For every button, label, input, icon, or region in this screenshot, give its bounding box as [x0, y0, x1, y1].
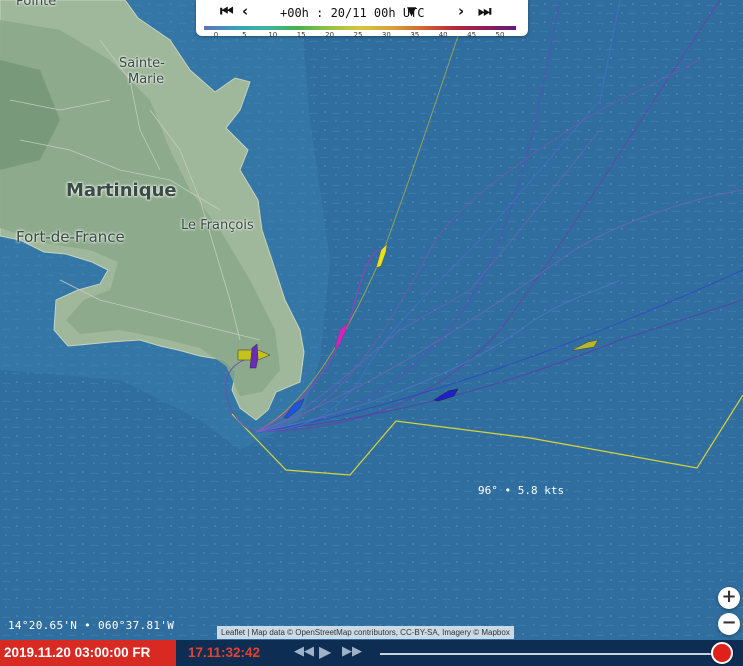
elapsed-time: 17.11:32:42 — [176, 640, 272, 666]
place-martinique: Martinique — [66, 180, 177, 201]
wind-scale-label: 40 — [438, 31, 448, 39]
place-fort-de-france: Fort-de-France — [16, 228, 125, 246]
wind-scale-label: 0 — [213, 31, 219, 39]
cursor-coordinates: 14°20.65'N • 060°37.81'W — [8, 619, 175, 632]
place-le-francois: Le François — [181, 218, 254, 233]
caret-down-icon[interactable]: ▼ — [407, 4, 416, 18]
rewind-icon[interactable]: ◀◀ — [294, 644, 314, 659]
wind-scale-bar — [204, 26, 516, 30]
skip-first-icon[interactable]: ⏮ — [220, 2, 234, 20]
zoom-out-button[interactable]: − — [718, 613, 740, 635]
playback-track[interactable] — [380, 653, 720, 655]
zoom-in-button[interactable]: + — [718, 587, 740, 609]
wind-scale-label: 30 — [381, 31, 391, 39]
wind-info-readout: 96° • 5.8 kts — [478, 484, 565, 497]
playback-bar: 2019.11.20 03:00:00 FR 17.11:32:42 ◀◀ ▶ … — [0, 640, 743, 666]
place-pointe: Pointe — [16, 0, 57, 9]
step-forward-icon[interactable]: › — [458, 2, 464, 20]
wind-scale-label: 5 — [242, 31, 247, 39]
place-sainte-marie-2: Marie — [128, 72, 165, 87]
map-attribution[interactable]: Leaflet | Map data © OpenStreetMap contr… — [217, 626, 514, 639]
wind-scale-label: 50 — [495, 31, 505, 39]
map-graphics — [0, 0, 743, 640]
playback-datetime: 2019.11.20 03:00:00 FR — [0, 640, 178, 666]
wind-scale-label: 45 — [467, 31, 477, 39]
playback-slider-knob[interactable] — [711, 642, 733, 664]
step-back-icon[interactable]: ‹ — [242, 2, 248, 20]
wind-time-label: +00h : 20/11 00h UTC — [280, 6, 425, 20]
wind-scale-label: 25 — [353, 31, 363, 39]
map-canvas[interactable]: Pointe Sainte- Marie Martinique Le Franç… — [0, 0, 743, 640]
wind-scale-label: 35 — [410, 31, 420, 39]
wind-scale-label: 10 — [268, 31, 278, 39]
wind-time-control: ⏮ ‹ +00h : 20/11 00h UTC ▼ › ⏭ 0 5 10 15 20 2… — [196, 0, 528, 39]
play-icon[interactable]: ▶ — [319, 642, 331, 661]
wind-scale-label: 15 — [296, 31, 306, 39]
wind-scale-label: 20 — [325, 31, 335, 39]
fast-forward-icon[interactable]: ▶▶ — [342, 644, 362, 659]
skip-last-icon[interactable]: ⏭ — [478, 2, 492, 20]
place-sainte-marie-1: Sainte- — [119, 56, 165, 71]
